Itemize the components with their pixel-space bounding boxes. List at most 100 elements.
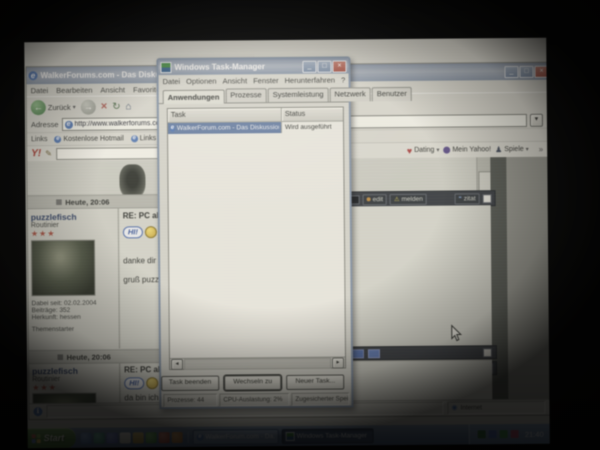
windows-flag-icon bbox=[32, 434, 41, 443]
back-icon: ← bbox=[31, 100, 46, 115]
tm-menu-help[interactable]: ? bbox=[341, 75, 345, 84]
tray-clock[interactable]: 21:40 bbox=[525, 429, 544, 438]
page-icon: e bbox=[64, 120, 72, 128]
quicklaunch-media-icon[interactable] bbox=[107, 432, 118, 443]
tab-systemleistung[interactable]: Systemleistung bbox=[268, 88, 329, 103]
post2-user-cell: puzzlefisch Routinier ★★★ bbox=[29, 363, 120, 403]
taskbar-button-browser[interactable]: e WalkerForum.com - Da... bbox=[193, 429, 279, 445]
toolbar-overflow-icon[interactable]: » bbox=[539, 145, 544, 154]
link-icon: e bbox=[131, 135, 138, 142]
quicklaunch-ie-icon[interactable] bbox=[81, 432, 92, 443]
collapse-icon[interactable] bbox=[483, 348, 492, 357]
profile-icon[interactable] bbox=[352, 349, 364, 358]
menu-ansicht[interactable]: Ansicht bbox=[100, 85, 125, 94]
pencil-icon[interactable]: ✎ bbox=[45, 149, 52, 158]
mouse-cursor bbox=[451, 324, 463, 342]
yahoo-games-label: Spiele bbox=[504, 146, 524, 153]
taskmanager-minimize-button[interactable]: _ bbox=[302, 60, 316, 72]
column-status[interactable]: Status bbox=[282, 108, 343, 122]
quicklaunch-tool-icon[interactable] bbox=[172, 431, 183, 442]
forum-right-margin bbox=[506, 157, 549, 399]
tray-antivirus-icon[interactable] bbox=[478, 430, 486, 438]
taskmanager-maximize-button[interactable]: □ bbox=[317, 60, 331, 72]
refresh-icon[interactable]: ↻ bbox=[112, 101, 120, 112]
status-cpu: CPU-Auslastung: 2% bbox=[219, 393, 289, 407]
tray-network-icon[interactable] bbox=[500, 430, 508, 438]
post1-bubble: HI! bbox=[123, 226, 143, 238]
taskmanager-app-icon bbox=[160, 62, 171, 73]
quicklaunch-msn-icon[interactable] bbox=[146, 432, 157, 443]
status-page-icon: ℹ bbox=[33, 407, 42, 416]
taskmanager-tabs: Anwendungen Prozesse Systemleistung Netz… bbox=[159, 85, 349, 104]
task-beenden-button[interactable]: Task beenden bbox=[161, 376, 219, 392]
back-dropdown-icon[interactable]: ▾ bbox=[73, 103, 76, 110]
taskbar: Start e WalkerForum.com - Da... Windows bbox=[28, 424, 550, 449]
menu-bearbeiten[interactable]: Bearbeiten bbox=[56, 85, 92, 94]
tm-menu-herunterfahren[interactable]: Herunterfahren bbox=[285, 75, 336, 84]
taskmanager-statusbar: Prozesse: 44 CPU-Auslastung: 2% Zugesich… bbox=[161, 392, 351, 407]
taskbar-button-taskmanager[interactable]: Windows Task-Manager bbox=[282, 428, 374, 444]
quicklaunch-player-icon[interactable] bbox=[159, 432, 170, 443]
tm-menu-ansicht[interactable]: Ansicht bbox=[223, 76, 248, 85]
tab-benutzer[interactable]: Benutzer bbox=[372, 87, 412, 101]
melden-button[interactable]: ⚠ melden bbox=[390, 193, 427, 204]
back-button[interactable]: ← Zurück ▾ bbox=[31, 99, 76, 114]
quicklaunch-desktop-icon[interactable] bbox=[94, 432, 105, 443]
yahoo-games-item[interactable]: ♟ Spiele ▾ bbox=[495, 145, 529, 154]
collapse-icon[interactable] bbox=[483, 194, 492, 203]
menu-datei[interactable]: Datei bbox=[31, 86, 49, 95]
browser-maximize-button[interactable]: □ bbox=[519, 65, 533, 77]
stop-icon[interactable]: × bbox=[101, 101, 108, 113]
yahoo-logo[interactable]: Y! bbox=[31, 148, 41, 159]
browser-minimize-button[interactable]: _ bbox=[504, 65, 518, 77]
tm-menu-fenster[interactable]: Fenster bbox=[253, 76, 279, 85]
link-hotmail[interactable]: e Kostenlose Hotmail bbox=[54, 135, 123, 143]
forward-button[interactable]: → bbox=[81, 99, 96, 114]
task-row[interactable]: e WalkerForum.com - Das Diskussionsboard… bbox=[168, 122, 343, 135]
status-memory: Zugesicherter Speicher: 262/368M bbox=[291, 392, 349, 406]
home-icon[interactable]: ⌂ bbox=[126, 101, 132, 112]
address-dropdown-icon[interactable]: ▾ bbox=[530, 114, 543, 127]
wechseln-zu-button[interactable]: Wechseln zu bbox=[224, 375, 282, 391]
separator-2-date: Heute, 20:06 bbox=[67, 352, 111, 361]
smiley-icon bbox=[145, 226, 157, 238]
yahoo-my-item[interactable]: Mein Yahoo! bbox=[443, 146, 491, 153]
tm-menu-datei[interactable]: Datei bbox=[163, 76, 181, 85]
scroll-left-icon[interactable]: ◄ bbox=[171, 358, 183, 369]
browser-close-button[interactable]: × bbox=[534, 65, 548, 77]
tab-prozesse[interactable]: Prozesse bbox=[225, 88, 266, 102]
post2-bubble: HI! bbox=[124, 377, 144, 389]
start-button[interactable]: Start bbox=[28, 428, 76, 448]
tm-menu-optionen[interactable]: Optionen bbox=[186, 76, 217, 85]
quicklaunch-folder-icon[interactable] bbox=[133, 432, 144, 443]
warning-icon: ⚠ bbox=[394, 196, 399, 203]
list-hscrollbar[interactable]: ◄ ► bbox=[170, 356, 345, 369]
tray-volume-icon[interactable] bbox=[511, 430, 519, 438]
yahoo-dating-label: Dating bbox=[414, 147, 434, 154]
column-task[interactable]: Task bbox=[168, 108, 282, 122]
globe-icon: ◉ bbox=[451, 402, 457, 413]
zitat-button[interactable]: ❝ zitat bbox=[454, 193, 479, 204]
edit-label: edit bbox=[373, 196, 384, 203]
scroll-right-icon[interactable]: ► bbox=[332, 357, 344, 368]
taskmanager-window: Windows Task-Manager _ □ × Datei Optione… bbox=[156, 56, 353, 409]
quicklaunch-mail-icon[interactable] bbox=[120, 432, 131, 443]
task-list: Task Status e WalkerForum.com - Das Disk… bbox=[167, 106, 346, 370]
taskmanager-close-button[interactable]: × bbox=[332, 60, 346, 72]
yahoo-dating-item[interactable]: ♥ Dating ▾ bbox=[407, 145, 440, 155]
pm-icon[interactable] bbox=[368, 349, 380, 358]
quick-launch bbox=[76, 431, 189, 443]
tab-anwendungen[interactable]: Anwendungen bbox=[163, 90, 225, 105]
edit-icon bbox=[367, 197, 371, 201]
ie-logo-icon: e bbox=[197, 433, 204, 440]
tab-netzwerk[interactable]: Netzwerk bbox=[329, 87, 370, 101]
tray-messenger-icon[interactable] bbox=[489, 430, 497, 438]
neuer-task-button[interactable]: Neuer Task... bbox=[286, 375, 344, 391]
post1-stars: ★★★ bbox=[31, 229, 115, 239]
address-label: Adresse bbox=[31, 120, 59, 129]
taskmanager-titlebar[interactable]: Windows Task-Manager _ □ × bbox=[158, 58, 348, 75]
task-row-status: Wird ausgeführt bbox=[282, 122, 343, 134]
monitor-bezel: e WalkerForums.com - Das Diskussionsboar… bbox=[0, 0, 600, 450]
edit-button[interactable]: edit bbox=[363, 194, 388, 205]
taskmanager-app-icon bbox=[286, 431, 295, 440]
